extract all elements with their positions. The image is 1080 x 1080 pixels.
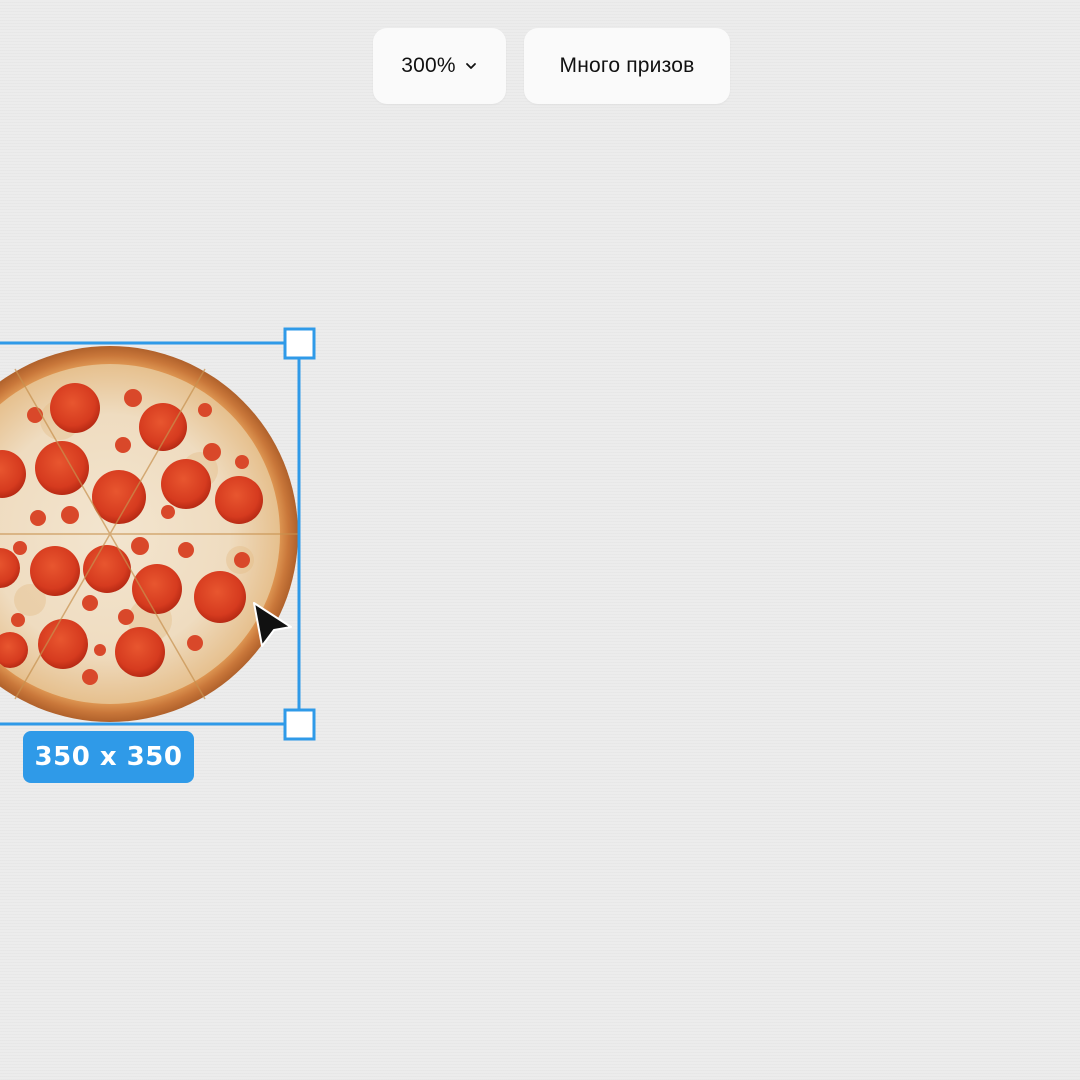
pizza-image[interactable] [0, 346, 300, 722]
resize-handle-top-right[interactable] [283, 327, 316, 360]
canvas [0, 327, 316, 741]
resize-handle-bottom-right[interactable] [283, 708, 316, 741]
size-badge: 350 x 350 [23, 731, 194, 783]
